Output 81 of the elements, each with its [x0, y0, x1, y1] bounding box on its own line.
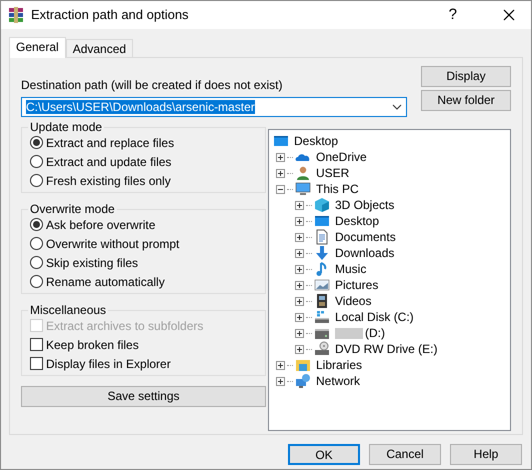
radio-button[interactable]: [30, 155, 43, 168]
expand-toggle[interactable]: [295, 248, 304, 258]
tree-item[interactable]: USER: [316, 164, 350, 182]
help-button[interactable]: ?: [448, 4, 457, 26]
film-icon: [314, 293, 330, 309]
option-label[interactable]: Display files in Explorer: [46, 354, 171, 372]
option-label[interactable]: Extract and update files: [46, 152, 172, 170]
tab[interactable]: General: [9, 37, 66, 58]
tree-item[interactable]: Desktop: [294, 132, 338, 150]
close-icon[interactable]: [503, 9, 515, 21]
option-label[interactable]: Ask before overwrite: [46, 216, 156, 234]
radio-button[interactable]: [30, 174, 43, 187]
tree-item[interactable]: Downloads: [335, 244, 394, 262]
field-label: Destination path (will be created if does not exist): [21, 77, 284, 94]
expand-toggle[interactable]: [295, 312, 304, 322]
network-icon: [295, 373, 311, 389]
expand-toggle[interactable]: [276, 168, 285, 178]
path-combobox[interactable]: C:\Users\USER\Downloads\arsenic-master: [21, 97, 407, 117]
window-title: Extraction path and options: [31, 6, 190, 24]
tree-item[interactable]: OneDrive: [316, 148, 367, 166]
group-title: Miscellaneous: [28, 303, 108, 317]
option-label[interactable]: Overwrite without prompt: [46, 234, 180, 252]
desktop-icon: [314, 213, 330, 229]
expand-toggle[interactable]: [295, 328, 304, 338]
expand-toggle[interactable]: [295, 216, 304, 226]
option-label[interactable]: Keep broken files: [46, 336, 139, 354]
tree-item[interactable]: DVD RW Drive (E:): [335, 340, 438, 358]
tab[interactable]: Advanced: [66, 39, 134, 57]
tree-item[interactable]: Local Disk (C:): [335, 308, 414, 326]
group-title: Overwrite mode: [28, 202, 117, 216]
expand-toggle[interactable]: [295, 344, 304, 354]
expand-toggle[interactable]: [295, 280, 304, 290]
expand-toggle[interactable]: [276, 360, 285, 370]
radio-button[interactable]: [30, 136, 43, 149]
option-label: Extract archives to subfolders: [46, 318, 204, 334]
cube-icon: [314, 197, 330, 213]
option-label[interactable]: Rename automatically: [46, 272, 165, 290]
user-icon: [295, 165, 311, 181]
app-icon: [7, 6, 25, 24]
button[interactable]: Display: [421, 66, 511, 87]
checkbox[interactable]: [30, 338, 43, 351]
option-label[interactable]: Skip existing files: [46, 254, 138, 272]
tree-item[interactable]: (D:): [365, 324, 385, 342]
tree-item[interactable]: Libraries: [316, 356, 362, 374]
expand-toggle[interactable]: [295, 296, 304, 306]
chevron-icon: [392, 104, 402, 110]
tree-item[interactable]: This PC: [316, 180, 359, 198]
radio-button[interactable]: [30, 256, 43, 269]
save-settings-button[interactable]: Save settings: [21, 386, 266, 407]
radio-button[interactable]: [30, 237, 43, 250]
expand-toggle[interactable]: [276, 152, 285, 162]
button[interactable]: Cancel: [369, 444, 441, 465]
tree-item[interactable]: Network: [316, 372, 360, 390]
drive-icon: [314, 309, 330, 325]
folder-icon: [295, 357, 311, 373]
download-icon: [314, 245, 330, 261]
group-title: Update mode: [28, 120, 104, 134]
tree-item[interactable]: Music: [335, 260, 366, 278]
tree-item[interactable]: Documents: [335, 228, 396, 246]
tree-item[interactable]: Videos: [335, 292, 372, 310]
tree-item[interactable]: Desktop: [335, 212, 380, 230]
disc-drive-icon: [314, 341, 330, 357]
monitor-icon: [295, 181, 311, 197]
picture-icon: [314, 277, 330, 293]
document-icon: [314, 229, 330, 245]
radio-button[interactable]: [30, 275, 43, 288]
expand-toggle[interactable]: [295, 232, 304, 242]
button[interactable]: OK: [288, 444, 360, 465]
desktop-icon: [273, 133, 289, 149]
expand-toggle[interactable]: [295, 264, 304, 274]
collapse-toggle[interactable]: [276, 184, 285, 194]
expand-toggle[interactable]: [295, 200, 304, 210]
radio-button[interactable]: [30, 218, 43, 231]
option-label[interactable]: Fresh existing files only: [46, 172, 171, 190]
expand-toggle[interactable]: [276, 376, 285, 386]
tree-item[interactable]: 3D Objects: [335, 196, 394, 214]
checkbox[interactable]: [30, 357, 43, 370]
option-label[interactable]: Extract and replace files: [46, 134, 174, 152]
button[interactable]: Help: [450, 444, 522, 465]
tree-item[interactable]: Pictures: [335, 276, 378, 294]
button[interactable]: New folder: [421, 90, 511, 111]
